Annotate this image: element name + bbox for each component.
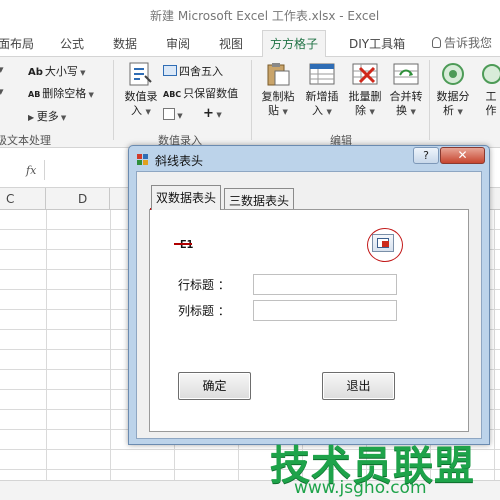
data-analysis-label-2: 析 (443, 104, 455, 117)
diagonal-header-dialog: 斜线表头 ? ✕ 双数据表头 三数据表头 (128, 145, 490, 445)
fx-icon[interactable]: fx (26, 164, 36, 177)
ribbon-divider (113, 60, 114, 140)
column-header-d[interactable]: D (78, 192, 87, 206)
column-title-input[interactable] (253, 300, 397, 321)
batch-delete-label: 批量删 (348, 90, 382, 103)
tab-view[interactable]: 视图 (219, 35, 243, 52)
case-icon: Ab (28, 67, 43, 78)
ribbon-arrow-2: ▾ (0, 85, 4, 98)
dialog-title: 斜线表头 (155, 154, 204, 168)
round-label: 四舍五入 (179, 65, 223, 78)
merge-convert-label: 合并转 (389, 90, 423, 103)
tab-three-data-header[interactable]: 三数据表头 (224, 188, 295, 209)
ribbon: ▾ ▾ Ab 大小写 ▼ AB 删除空格 ▼ ▶ 更多 ▼ 级文本处理 数值录 入 … (0, 57, 500, 148)
column-divider (45, 188, 46, 210)
round-button[interactable]: 四舍五入 (163, 63, 223, 79)
exit-button[interactable]: 退出 (322, 372, 395, 400)
copy-paste-label-2: 贴 (268, 104, 280, 117)
group-label-text: 级文本处理 (0, 134, 51, 147)
merge-convert-label-2: 换 (396, 104, 408, 117)
work-icon (480, 61, 500, 87)
ok-button[interactable]: 确定 (178, 372, 251, 400)
close-button[interactable]: ✕ (440, 147, 485, 164)
batch-delete-label-2: 除 (355, 104, 367, 117)
column-title-label: 列标题 ： (178, 304, 230, 318)
work-button[interactable]: 工 作 (478, 61, 500, 118)
column-header-c[interactable]: C (6, 192, 14, 206)
insert-label: 新增插 (305, 90, 339, 103)
keep-value-icon: ABC (163, 90, 182, 99)
help-button[interactable]: ? (413, 147, 439, 164)
window-title: 新建 Microsoft Excel 工作表.xlsx - Excel (150, 9, 380, 23)
work-label: 工 (485, 90, 497, 103)
row-title-label: 行标题 ： (178, 278, 230, 292)
merge-icon (392, 61, 420, 87)
keep-value-button[interactable]: ABC 只保留数值 (163, 85, 238, 101)
row-title-input[interactable] (253, 274, 397, 295)
tell-me-label: 告诉我您 (444, 36, 493, 50)
tab-two-data-header[interactable]: 双数据表头 (151, 185, 222, 210)
misc-numeric-button[interactable]: ▼ (163, 108, 183, 121)
plus-button[interactable]: + ▼ (203, 106, 222, 121)
numeric-entry-icon (127, 61, 155, 87)
numeric-entry-button[interactable]: 数值录 入 ▼ (120, 61, 162, 119)
keep-value-label: 只保留数值 (183, 87, 239, 100)
insert-button[interactable]: 新增插 入 ▼ (301, 61, 343, 119)
ribbon-divider (251, 60, 252, 140)
copy-paste-label: 复制粘 (261, 90, 295, 103)
numeric-entry-label: 数值录 (124, 90, 158, 103)
plus-label: + (203, 106, 214, 121)
delete-space-label: 删除空格 (42, 87, 87, 100)
watermark-url: www.jsgho.com (294, 478, 427, 498)
case-button[interactable]: Ab 大小写 ▼ (28, 63, 86, 79)
batch-delete-button[interactable]: 批量删 除 ▼ (344, 61, 386, 119)
delete-space-icon: AB (28, 90, 41, 99)
annotation-circle (367, 228, 403, 262)
ribbon-tab-bar: 面布局 公式 数据 审阅 视图 方方格子 DIY工具箱 告诉我您 (0, 30, 500, 58)
round-icon (163, 65, 177, 76)
tab-formulas[interactable]: 公式 (60, 35, 84, 52)
tab-review[interactable]: 审阅 (166, 35, 190, 52)
tell-me-box[interactable]: 告诉我您 (432, 34, 492, 51)
copy-paste-button[interactable]: 复制粘 贴 ▼ (257, 61, 299, 119)
tab-data[interactable]: 数据 (113, 35, 137, 52)
delete-space-button[interactable]: AB 删除空格 ▼ (28, 85, 94, 101)
lightbulb-icon (432, 37, 441, 48)
insert-icon (308, 61, 336, 87)
more-button[interactable]: ▶ 更多 ▼ (28, 108, 66, 124)
numeric-entry-label-2: 入 (131, 104, 143, 117)
delete-icon (351, 61, 379, 87)
clipboard-icon (264, 61, 292, 87)
insert-label-2: 入 (312, 104, 324, 117)
ribbon-divider (429, 60, 430, 140)
data-analysis-label: 数据分 (436, 90, 470, 103)
title-bar: 新建 Microsoft Excel 工作表.xlsx - Excel (0, 0, 500, 30)
ribbon-arrow: ▾ (0, 63, 4, 76)
data-analysis-button[interactable]: 数据分 析 ▼ (432, 61, 474, 119)
column-divider (109, 188, 110, 210)
tab-fangfanggezi[interactable]: 方方格子 (262, 30, 327, 58)
work-label-2: 作 (485, 104, 497, 117)
tab-page-layout[interactable]: 面布局 (0, 35, 34, 52)
analysis-icon (439, 61, 467, 87)
merge-convert-button[interactable]: 合并转 换 ▼ (385, 61, 427, 119)
annotation-ref-underline (174, 243, 192, 245)
formula-divider (44, 160, 45, 180)
case-label: 大小写 (44, 65, 78, 78)
tab-diy-toolbox[interactable]: DIY工具箱 (349, 35, 405, 52)
dialog-app-icon (137, 154, 148, 165)
edit-icon (163, 108, 175, 120)
more-label: 更多 (36, 110, 59, 123)
